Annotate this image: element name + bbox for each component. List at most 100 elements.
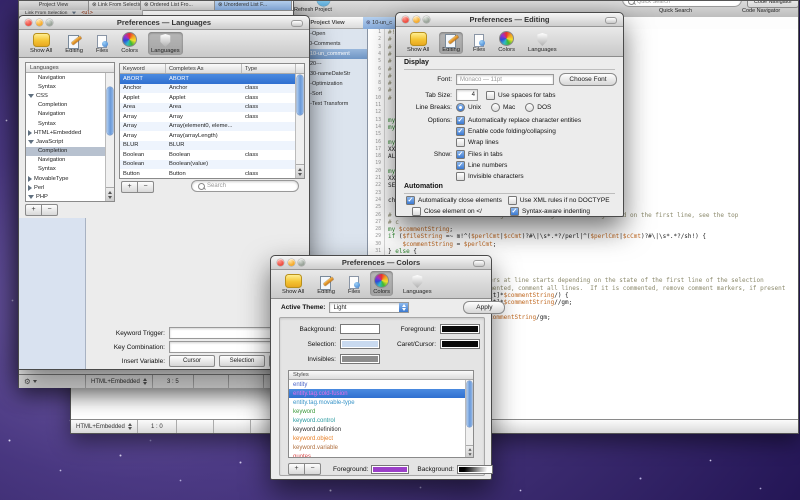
keyword-row-7[interactable]: BLURBLUR — [120, 141, 296, 151]
language-item-css[interactable]: CSS — [26, 91, 106, 100]
editing-window-titlebar[interactable]: Preferences — Editing — [396, 13, 623, 27]
style-item-entity.tag.cold-fusion[interactable]: entity.tag.cold-fusion — [289, 389, 466, 398]
tab-size-input[interactable]: 4 — [456, 89, 478, 101]
remove-keyword-button[interactable]: − — [137, 181, 154, 193]
keyword-table-scrollbar[interactable] — [295, 74, 304, 178]
insert-variable-cursor-button[interactable]: Cursor — [169, 355, 215, 367]
close-element-checkbox[interactable] — [412, 207, 421, 216]
w1-tab-2[interactable]: ⊗ Ordered List Fro... — [141, 1, 215, 10]
toolbar-item-langs[interactable]: Languages — [525, 31, 560, 54]
language-item-navigation[interactable]: Navigation — [26, 110, 106, 119]
style-item-keyword.definition[interactable]: keyword.definition — [289, 425, 466, 434]
style-item-quotes[interactable]: quotes — [289, 452, 466, 457]
invisibles-swatch[interactable] — [340, 354, 380, 364]
w1-language-popup[interactable]: HTML+Embedded — [86, 375, 153, 388]
keyword-row-9[interactable]: BooleanBoolean(value) — [120, 160, 296, 170]
auto-close-elements-checkbox[interactable] — [406, 196, 415, 205]
keyword-search-input[interactable]: Search — [191, 180, 299, 192]
disclosure-open-icon[interactable] — [28, 140, 34, 144]
language-item-completion[interactable]: Completion — [26, 147, 106, 156]
style-item-keyword.variable[interactable]: keyword.variable — [289, 443, 466, 452]
w1-tab-1[interactable]: ⊗ Link From Selection — [89, 1, 141, 10]
disclosure-closed-icon[interactable] — [28, 130, 32, 136]
style-item-entity[interactable]: entity — [289, 380, 466, 389]
toolbar-item-files[interactable]: Files — [345, 274, 363, 296]
insert-variable-selection-button[interactable]: Selection — [219, 355, 265, 367]
toolbar-toggle-button[interactable] — [473, 260, 485, 267]
minimize-button[interactable] — [288, 259, 295, 266]
line-numbers-checkbox[interactable] — [456, 161, 465, 170]
style-item-keyword.object[interactable]: keyword.object — [289, 434, 466, 443]
dos-radio[interactable] — [525, 103, 534, 112]
language-item-html+embedded[interactable]: HTML+Embedded — [26, 128, 106, 137]
style-foreground-swatch[interactable] — [371, 465, 409, 474]
keyword-row-1[interactable]: AnchorAnchorclass — [120, 84, 296, 94]
language-item-php[interactable]: PHP — [26, 192, 106, 201]
disclosure-open-icon[interactable] — [28, 195, 34, 199]
scrollbar-arrows-icon[interactable] — [466, 445, 473, 457]
toolbar-item-colors[interactable]: Colors — [118, 30, 141, 55]
toolbar-item-colors[interactable]: Colors — [370, 271, 393, 296]
active-theme-select[interactable]: Light — [329, 302, 409, 313]
style-background-swatch[interactable] — [457, 465, 493, 474]
w1-gear-menu[interactable]: ⚙ — [19, 375, 86, 388]
keyword-row-0[interactable]: ABORTABORT — [120, 74, 296, 84]
close-button[interactable] — [277, 259, 284, 266]
language-item-navigation[interactable]: Navigation — [26, 156, 106, 165]
toolbar-toggle-button[interactable] — [291, 20, 303, 27]
background-swatch[interactable] — [340, 324, 380, 334]
refresh-project-icon[interactable] — [317, 1, 330, 6]
language-item-syntax[interactable]: Syntax — [26, 165, 106, 174]
foreground-swatch[interactable] — [440, 324, 480, 334]
caret-cursor-swatch[interactable] — [440, 339, 480, 349]
zoom-button[interactable] — [298, 259, 305, 266]
toolbar-item-langs[interactable]: Languages — [148, 32, 183, 55]
keyword-row-8[interactable]: BooleanBooleanclass — [120, 150, 296, 160]
languages-window-titlebar[interactable]: Preferences — Languages — [19, 16, 309, 30]
toolbar-toggle-button[interactable] — [605, 17, 617, 24]
toolbar-item-colors[interactable]: Colors — [495, 29, 518, 54]
keyword-row-6[interactable]: ArrayArray(arrayLength) — [120, 131, 296, 141]
keyword-row-2[interactable]: AppletAppletclass — [120, 93, 296, 103]
close-button[interactable] — [402, 16, 409, 23]
column-header-type[interactable]: Type — [242, 64, 296, 73]
language-item-syntax[interactable]: Syntax — [26, 82, 106, 91]
keyword-row-4[interactable]: ArrayArrayclass — [120, 112, 296, 122]
styles-list-scrollbar[interactable] — [465, 380, 473, 457]
code-navigator-button[interactable]: Code Navigator — [747, 1, 798, 8]
minimize-button[interactable] — [413, 16, 420, 23]
style-item-keyword[interactable]: keyword — [289, 407, 466, 416]
style-item-entity.tag.movable-type[interactable]: entity.tag.movable-type — [289, 398, 466, 407]
replace-entities-checkbox[interactable] — [456, 116, 465, 125]
styles-list-header[interactable]: Styles — [289, 371, 473, 380]
toolbar-item-editing[interactable]: Editing — [439, 32, 463, 54]
toolbar-item-showall[interactable]: Show All — [27, 31, 55, 55]
unix-radio[interactable] — [456, 103, 465, 112]
toolbar-item-editing[interactable]: Editing — [314, 274, 338, 296]
keyword-table-header[interactable]: KeywordCompletes AsType — [120, 64, 304, 74]
remove-style-button[interactable]: − — [304, 463, 321, 475]
wrap-lines-checkbox[interactable] — [456, 138, 465, 147]
toolbar-item-files[interactable]: Files — [470, 32, 488, 54]
close-button[interactable] — [25, 19, 32, 26]
language-item-completion[interactable]: Completion — [26, 101, 106, 110]
colors-window-titlebar[interactable]: Preferences — Colors — [271, 256, 491, 270]
language-item-perl[interactable]: Perl — [26, 183, 106, 192]
refresh-project-button[interactable]: Refresh Project — [294, 7, 332, 13]
zoom-button[interactable] — [46, 19, 53, 26]
use-spaces-checkbox[interactable] — [486, 91, 495, 100]
zoom-button[interactable] — [423, 16, 430, 23]
language-item-movabletype[interactable]: MovableType — [26, 174, 106, 183]
toolbar-item-files[interactable]: Files — [93, 33, 111, 55]
w1-tab-3[interactable]: ⊗ Unordered List F... — [215, 1, 292, 10]
toolbar-item-langs[interactable]: Languages — [400, 273, 435, 296]
add-keyword-button[interactable]: + — [121, 181, 138, 193]
syntax-indenting-checkbox[interactable] — [510, 207, 519, 216]
column-header-keyword[interactable]: Keyword — [120, 64, 166, 73]
language-item-navigation[interactable]: Navigation — [26, 73, 106, 82]
w2-language-popup[interactable]: HTML+Embedded — [71, 420, 138, 433]
add-style-button[interactable]: + — [288, 463, 305, 475]
apply-button[interactable]: Apply — [463, 301, 505, 314]
invisible-characters-checkbox[interactable] — [456, 172, 465, 181]
toolbar-item-showall[interactable]: Show All — [404, 30, 432, 54]
